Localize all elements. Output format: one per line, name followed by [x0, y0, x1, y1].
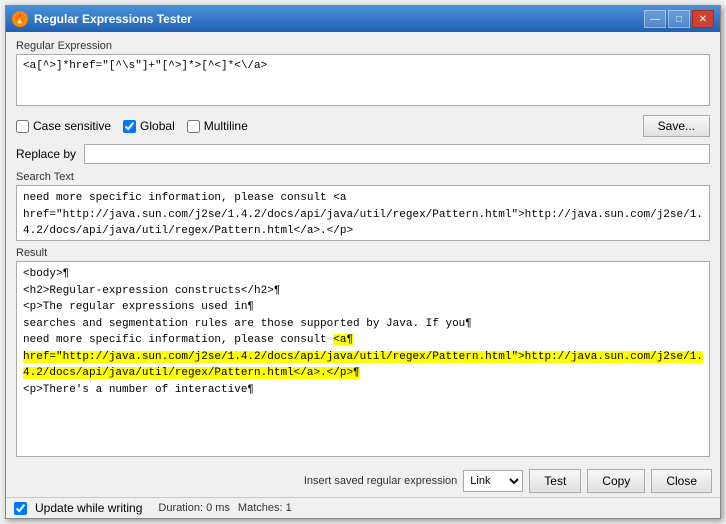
search-text-input[interactable]: need more specific information, please c… [16, 185, 710, 241]
title-controls: — □ ✕ [644, 10, 714, 28]
case-sensitive-checkbox[interactable] [16, 120, 29, 133]
options-row: Case sensitive Global Multiline Save... [16, 115, 710, 137]
regex-section-label: Regular Expression [16, 40, 710, 52]
duration-text: Duration: 0 ms [158, 502, 230, 514]
maximize-button[interactable]: □ [668, 10, 690, 28]
title-bar-left: 🔥 Regular Expressions Tester [12, 11, 192, 27]
result-line-2: <h2>Regular-expression constructs</h2>¶ [23, 283, 703, 300]
global-label: Global [140, 119, 175, 133]
saved-expression-select[interactable]: Link [463, 470, 523, 492]
regex-input[interactable]: <a[^>]*href="[^\s"]+"[^>]*>[^<]*<\/a> [16, 54, 710, 106]
result-line-1: <body>¶ [23, 266, 703, 283]
save-button[interactable]: Save... [643, 115, 710, 137]
update-while-writing-checkbox[interactable] [14, 502, 27, 515]
title-bar: 🔥 Regular Expressions Tester — □ ✕ [6, 6, 720, 32]
multiline-label: Multiline [204, 119, 248, 133]
test-button[interactable]: Test [529, 469, 581, 493]
content-area: Regular Expression <a[^>]*href="[^\s"]+"… [6, 32, 720, 465]
result-line-4: searches and segmentation rules are thos… [23, 316, 703, 333]
global-checkbox[interactable] [123, 120, 136, 133]
case-sensitive-group: Case sensitive [16, 119, 111, 133]
result-section-label: Result [16, 247, 710, 259]
update-while-writing-label: Update while writing [35, 501, 142, 515]
close-window-button[interactable]: ✕ [692, 10, 714, 28]
multiline-group: Multiline [187, 119, 248, 133]
insert-saved-label: Insert saved regular expression [304, 475, 457, 487]
result-line-3: <p>The regular expressions used in¶ [23, 299, 703, 316]
replace-row: Replace by [16, 143, 710, 165]
close-button[interactable]: Close [651, 469, 712, 493]
result-section: Result <body>¶ <h2>Regular-expression co… [16, 247, 710, 457]
global-group: Global [123, 119, 175, 133]
case-sensitive-label: Case sensitive [33, 119, 111, 133]
replace-label: Replace by [16, 147, 76, 161]
search-section-label: Search Text [16, 171, 710, 183]
regex-section: Regular Expression <a[^>]*href="[^\s"]+"… [16, 40, 710, 109]
status-bar: Update while writing Duration: 0 ms Matc… [6, 497, 720, 518]
minimize-button[interactable]: — [644, 10, 666, 28]
app-icon: 🔥 [12, 11, 28, 27]
matches-text: Matches: 1 [238, 502, 292, 514]
replace-input[interactable] [84, 144, 710, 164]
main-window: 🔥 Regular Expressions Tester — □ ✕ Regul… [5, 5, 721, 519]
result-area: <body>¶ <h2>Regular-expression construct… [16, 261, 710, 457]
window-title: Regular Expressions Tester [34, 12, 192, 26]
result-line-8: <p>There's a number of interactive¶ [23, 382, 703, 399]
multiline-checkbox[interactable] [187, 120, 200, 133]
bottom-bar: Insert saved regular expression Link Tes… [6, 465, 720, 497]
highlight-start: <a¶ href="http://java.sun.com/j2se/1.4.2… [23, 334, 703, 379]
copy-button[interactable]: Copy [587, 469, 645, 493]
search-section: Search Text need more specific informati… [16, 171, 710, 241]
result-line-5: need more specific information, please c… [23, 332, 703, 382]
